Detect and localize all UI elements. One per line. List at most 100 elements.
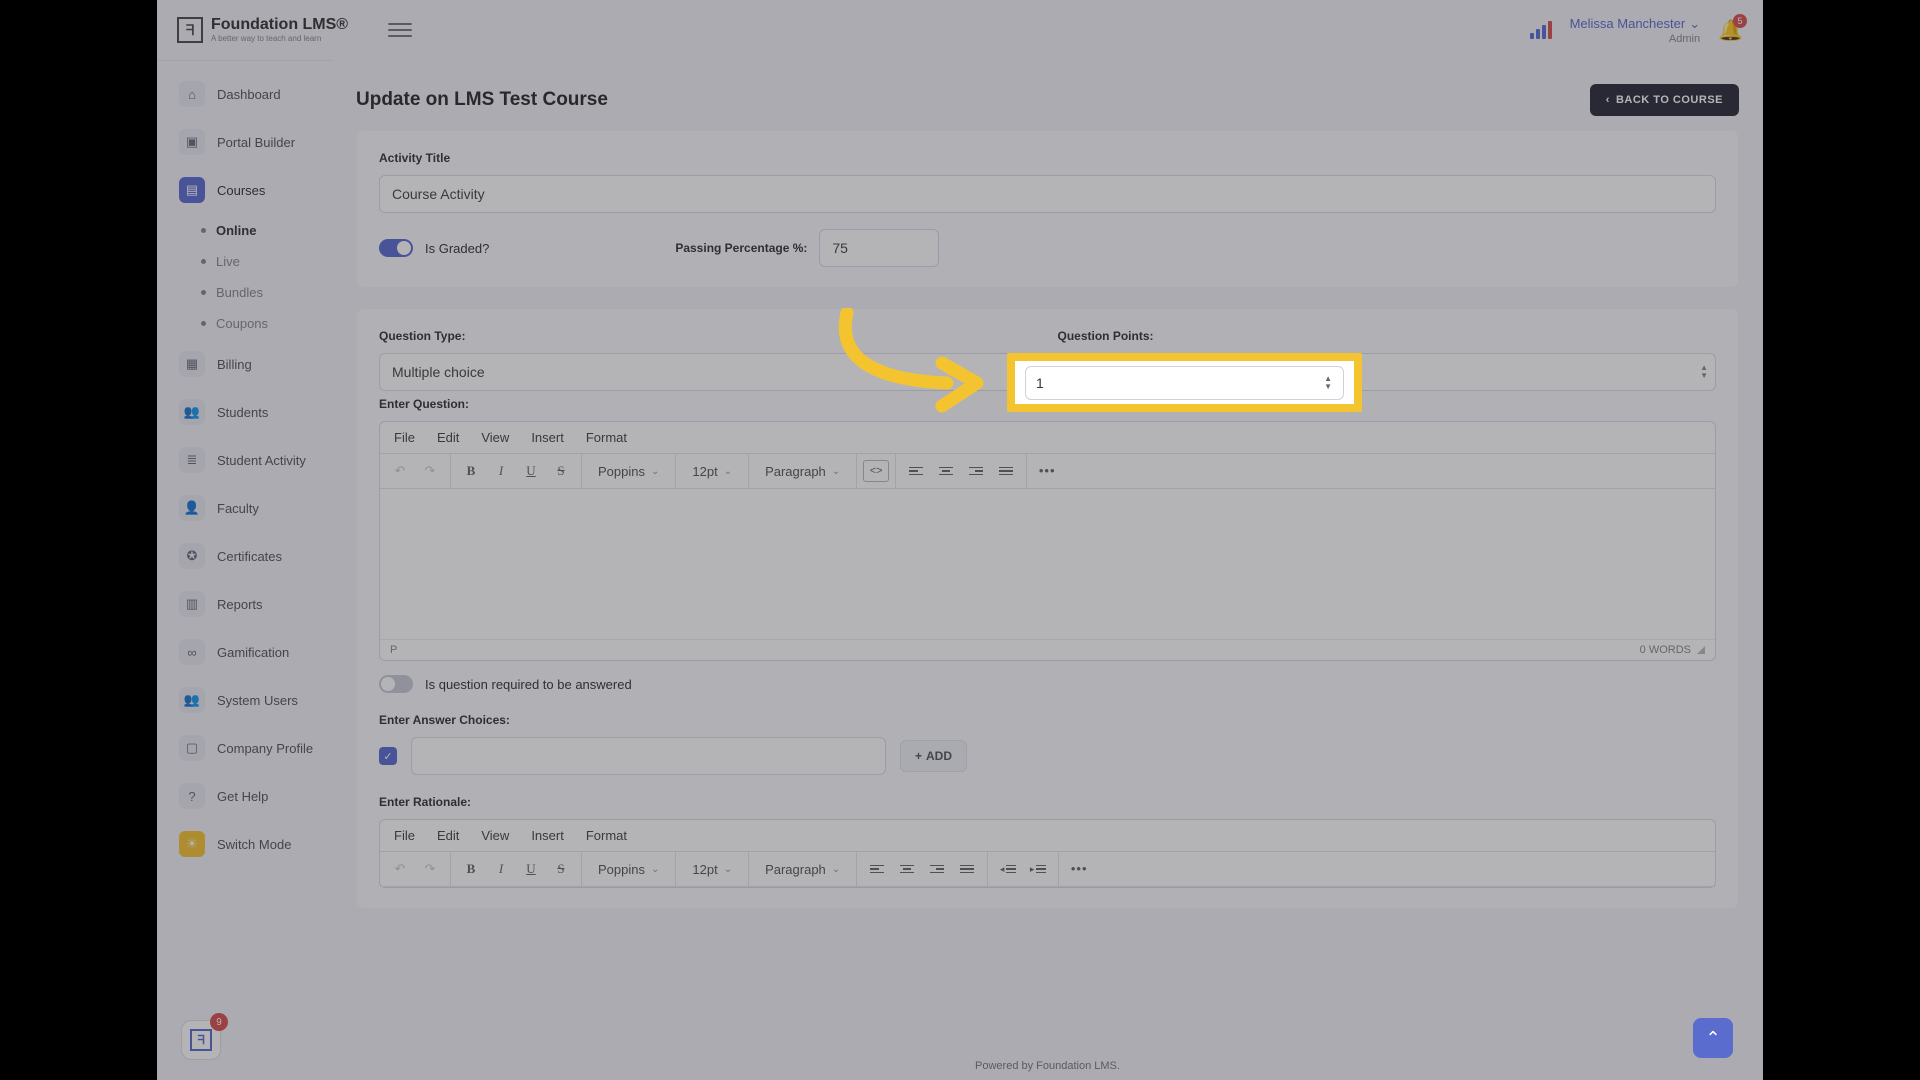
font-family-select[interactable]: Poppins⌄ <box>588 458 669 484</box>
nav-label: Gamification <box>217 645 289 660</box>
sidebar-item-reports[interactable]: ▥ Reports <box>165 583 324 625</box>
question-points-input-highlighted[interactable]: 1 <box>1025 366 1344 400</box>
sidebar-subitem-live[interactable]: Live <box>193 246 332 277</box>
align-left-button[interactable] <box>863 856 891 882</box>
user-menu[interactable]: Melissa Manchester ⌄ Admin <box>1570 15 1701 45</box>
answer-choice-input[interactable] <box>411 737 886 775</box>
nav-label: Students <box>217 405 268 420</box>
sidebar-item-switch-mode[interactable]: ☀ Switch Mode <box>165 823 324 865</box>
bullet-icon <box>201 228 206 233</box>
sidebar-item-dashboard[interactable]: ⌂ Dashboard <box>165 73 324 115</box>
indent-button[interactable]: ▸ <box>1024 856 1052 882</box>
nav-label: Reports <box>217 597 263 612</box>
nav-label: Certificates <box>217 549 282 564</box>
bullet-icon <box>201 259 206 264</box>
undo-button[interactable]: ↶ <box>386 856 414 882</box>
home-icon: ⌂ <box>179 81 205 107</box>
answer-correct-checkbox[interactable]: ✓ <box>379 747 397 765</box>
align-justify-button[interactable] <box>992 458 1020 484</box>
question-type-select[interactable]: Multiple choice <box>379 353 1038 391</box>
number-spinner-icon[interactable]: ▲▼ <box>1700 364 1708 380</box>
more-tools-button[interactable]: ••• <box>1033 458 1061 484</box>
billing-icon: ▦ <box>179 351 205 377</box>
sub-label: Coupons <box>216 316 268 331</box>
sidebar-item-student-activity[interactable]: ≣ Student Activity <box>165 439 324 481</box>
more-tools-button[interactable]: ••• <box>1065 856 1093 882</box>
content-area: Update on LMS Test Course ‹ BACK TO COUR… <box>332 60 1763 1080</box>
sidebar-item-courses[interactable]: ▤ Courses <box>165 169 324 211</box>
sidebar-item-portal-builder[interactable]: ▣ Portal Builder <box>165 121 324 163</box>
nav-label: Dashboard <box>217 87 281 102</box>
back-label: BACK TO COURSE <box>1616 94 1723 106</box>
sidebar-item-get-help[interactable]: ? Get Help <box>165 775 324 817</box>
plus-icon: + <box>915 749 922 763</box>
switch-icon: ☀ <box>179 831 205 857</box>
rationale-editor: File Edit View Insert Format ↶ ↷ B <box>379 819 1716 888</box>
font-size-select[interactable]: 12pt⌄ <box>682 458 742 484</box>
bold-button[interactable]: B <box>457 458 485 484</box>
redo-button[interactable]: ↷ <box>416 856 444 882</box>
sidebar-item-gamification[interactable]: ∞ Gamification <box>165 631 324 673</box>
menu-toggle-button[interactable] <box>388 19 412 41</box>
align-center-button[interactable] <box>893 856 921 882</box>
sidebar-subitem-online[interactable]: Online <box>193 215 332 246</box>
sidebar-item-faculty[interactable]: 👤 Faculty <box>165 487 324 529</box>
is-graded-toggle[interactable] <box>379 239 413 257</box>
source-code-button[interactable]: <> <box>863 460 889 482</box>
sidebar-app-badge[interactable]: ᖷ 9 <box>181 1020 221 1060</box>
editor-menu-edit[interactable]: Edit <box>437 430 459 445</box>
editor-menu-file[interactable]: File <box>394 430 415 445</box>
question-points-label: Question Points: <box>1058 329 1717 343</box>
align-justify-button[interactable] <box>953 856 981 882</box>
editor-menu-insert[interactable]: Insert <box>531 430 564 445</box>
question-editor-body[interactable] <box>380 489 1715 639</box>
sidebar-item-company-profile[interactable]: ▢ Company Profile <box>165 727 324 769</box>
bold-button[interactable]: B <box>457 856 485 882</box>
font-size-select[interactable]: 12pt⌄ <box>682 856 742 882</box>
sidebar-item-students[interactable]: 👥 Students <box>165 391 324 433</box>
align-right-button[interactable] <box>923 856 951 882</box>
signal-icon[interactable] <box>1530 21 1552 39</box>
align-right-button[interactable] <box>962 458 990 484</box>
students-icon: 👥 <box>179 399 205 425</box>
block-format-select[interactable]: Paragraph⌄ <box>755 458 850 484</box>
font-family-select[interactable]: Poppins⌄ <box>588 856 669 882</box>
passing-percentage-input[interactable] <box>819 229 939 267</box>
notifications-button[interactable]: 🔔 5 <box>1718 18 1743 43</box>
editor-menu-edit[interactable]: Edit <box>437 828 459 843</box>
align-center-button[interactable] <box>932 458 960 484</box>
underline-button[interactable]: U <box>517 458 545 484</box>
editor-menu-insert[interactable]: Insert <box>531 828 564 843</box>
strikethrough-button[interactable]: S <box>547 458 575 484</box>
add-answer-button[interactable]: + ADD <box>900 740 967 772</box>
question-required-toggle[interactable] <box>379 675 413 693</box>
strikethrough-button[interactable]: S <box>547 856 575 882</box>
scroll-to-top-button[interactable]: ⌃ <box>1693 1018 1733 1058</box>
editor-menu-format[interactable]: Format <box>586 430 627 445</box>
resize-handle-icon[interactable] <box>1697 646 1705 654</box>
sidebar-subitem-coupons[interactable]: Coupons <box>193 308 332 339</box>
back-to-course-button[interactable]: ‹ BACK TO COURSE <box>1590 84 1739 116</box>
outdent-button[interactable]: ◂ <box>994 856 1022 882</box>
redo-button[interactable]: ↷ <box>416 458 444 484</box>
nav-label: Student Activity <box>217 453 306 468</box>
sidebar-item-billing[interactable]: ▦ Billing <box>165 343 324 385</box>
sidebar-item-system-users[interactable]: 👥 System Users <box>165 679 324 721</box>
gamification-icon: ∞ <box>179 639 205 665</box>
sidebar-item-certificates[interactable]: ✪ Certificates <box>165 535 324 577</box>
editor-menu-view[interactable]: View <box>481 828 509 843</box>
editor-menu-format[interactable]: Format <box>586 828 627 843</box>
sidebar-subitem-bundles[interactable]: Bundles <box>193 277 332 308</box>
italic-button[interactable]: I <box>487 458 515 484</box>
editor-menu-file[interactable]: File <box>394 828 415 843</box>
block-format-select[interactable]: Paragraph⌄ <box>755 856 850 882</box>
underline-button[interactable]: U <box>517 856 545 882</box>
undo-button[interactable]: ↶ <box>386 458 414 484</box>
editor-menu-view[interactable]: View <box>481 430 509 445</box>
italic-button[interactable]: I <box>487 856 515 882</box>
activity-title-input[interactable] <box>379 175 1716 213</box>
nav-label: System Users <box>217 693 298 708</box>
sub-label: Live <box>216 254 240 269</box>
number-spinner-icon[interactable]: ▲▼ <box>1324 375 1332 391</box>
align-left-button[interactable] <box>902 458 930 484</box>
